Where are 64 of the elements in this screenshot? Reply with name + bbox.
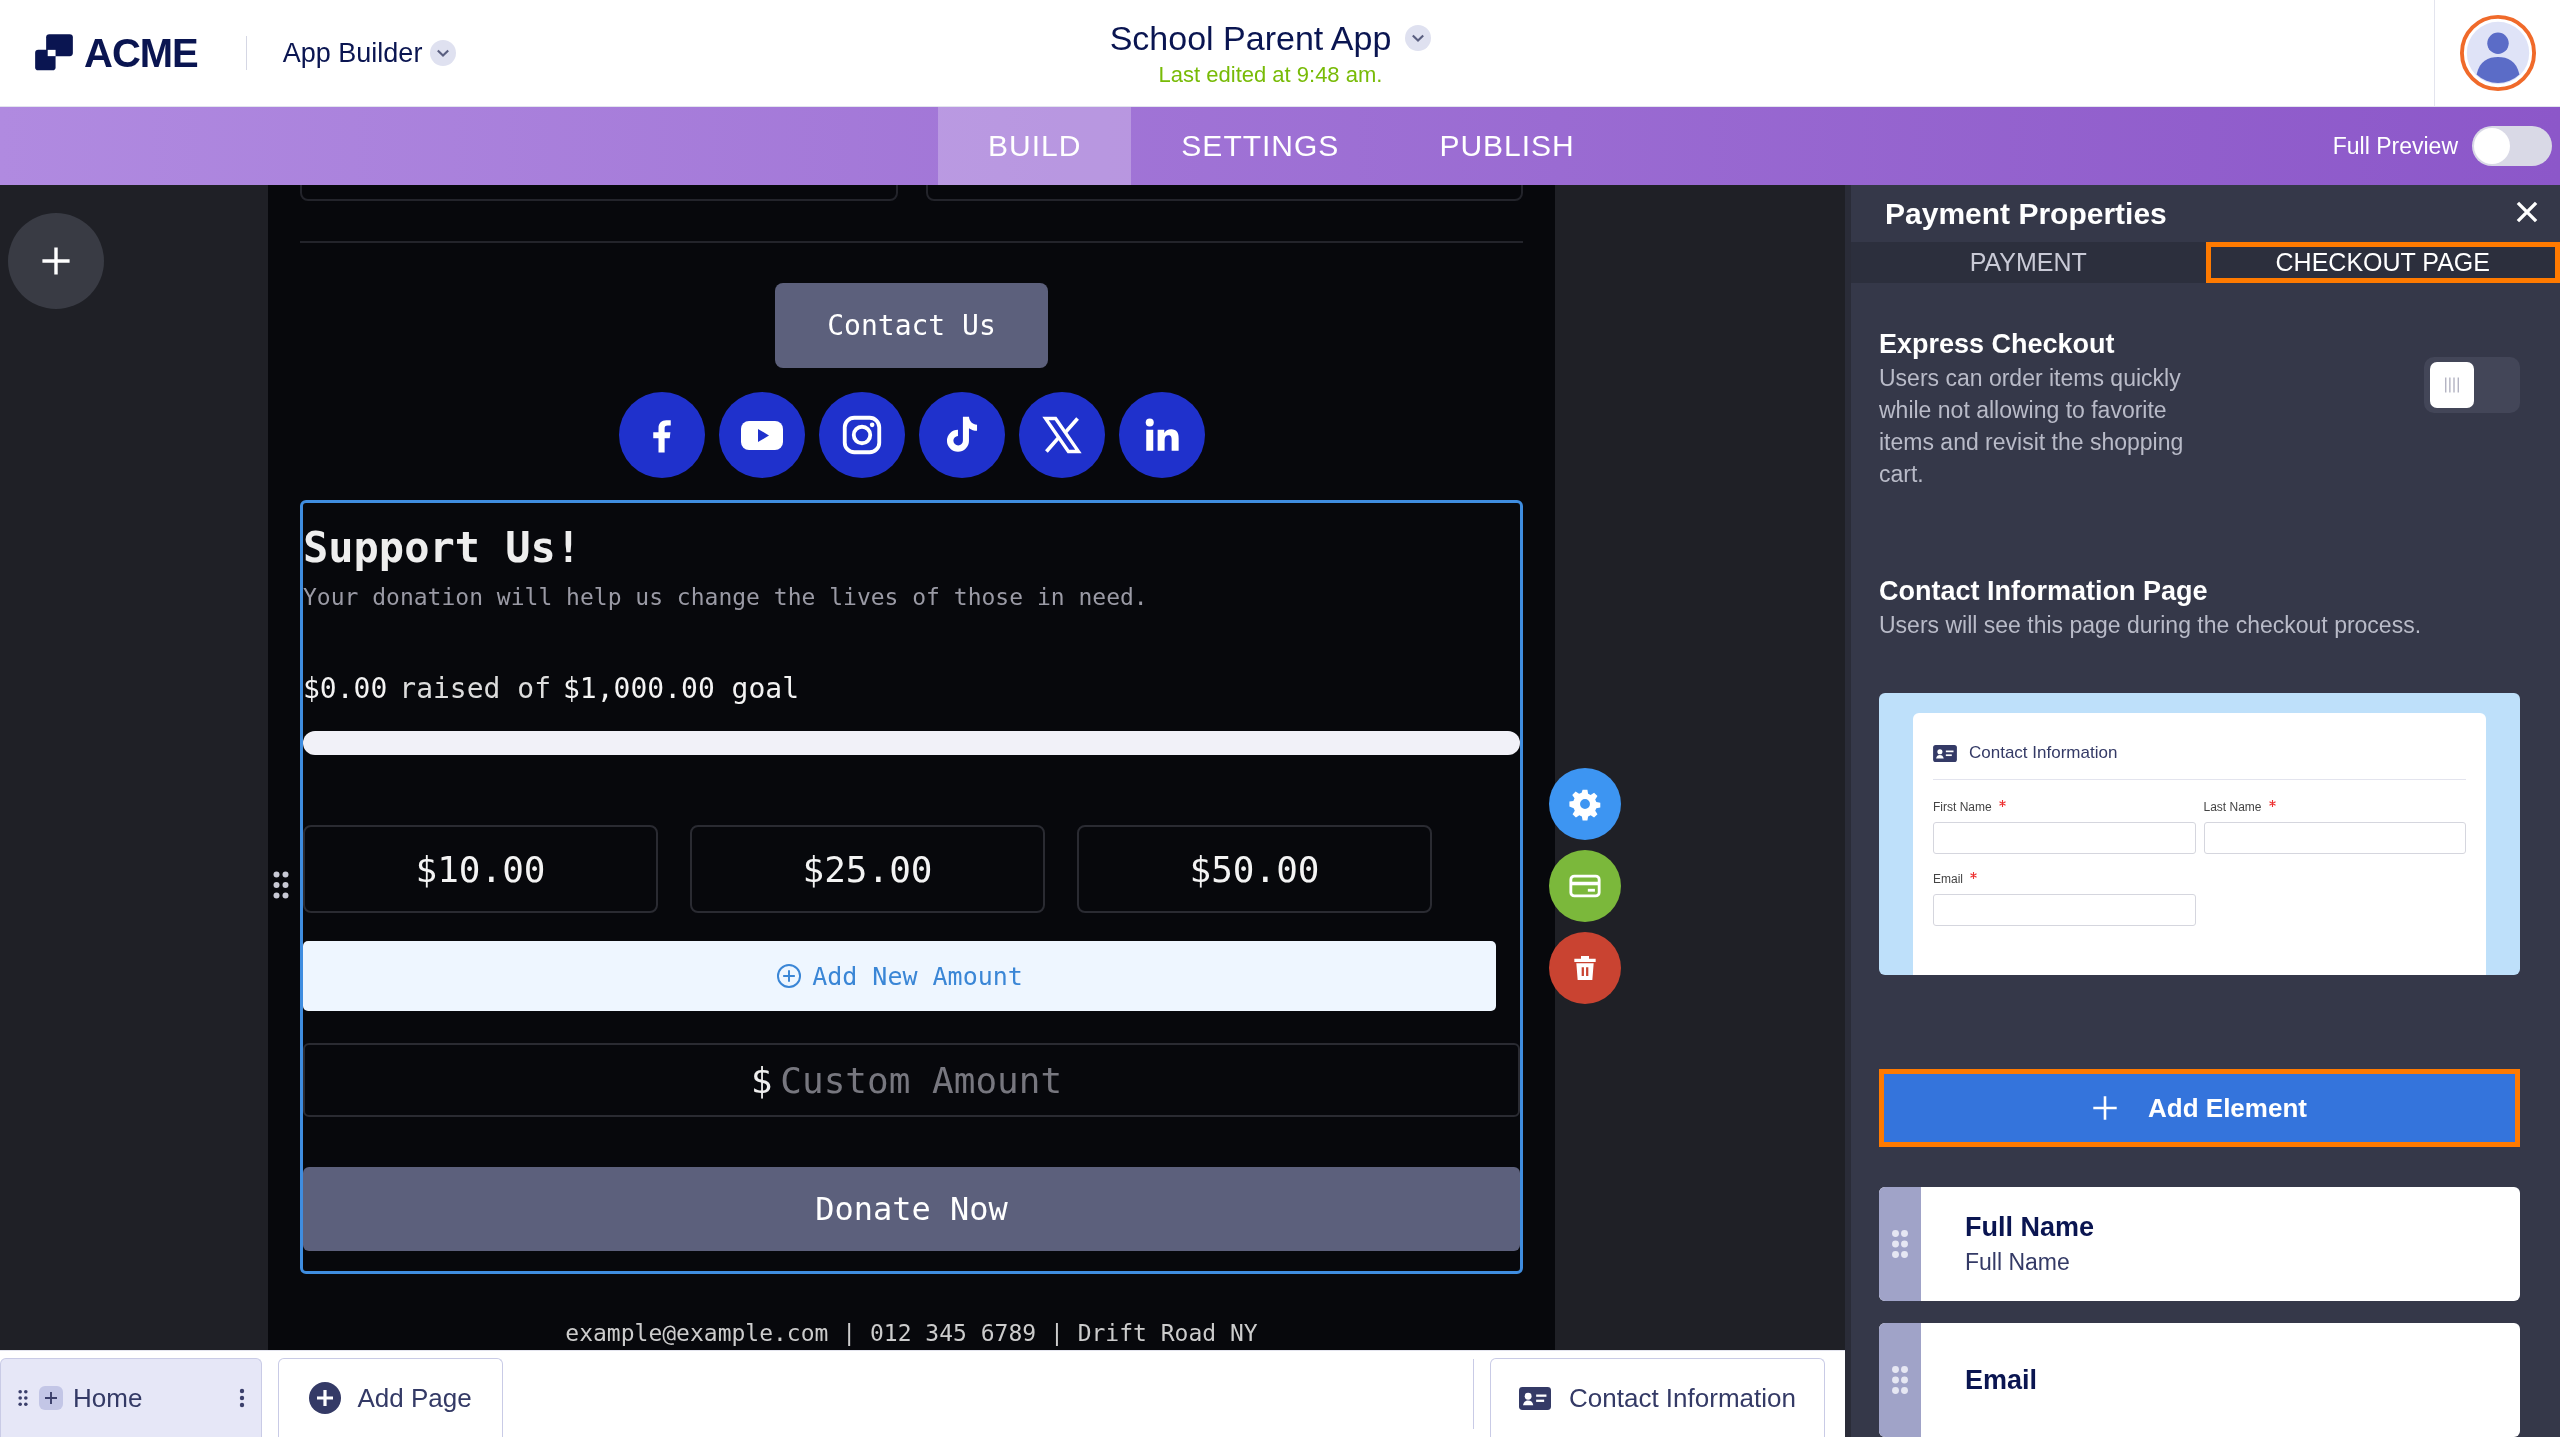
id-card-icon: [1519, 1386, 1552, 1410]
add-element-button[interactable]: Add Element: [1879, 1069, 2520, 1147]
donation-description: Your donation will help us change the lives of those in need.: [303, 584, 1149, 610]
element-card[interactable]: Email: [1879, 1323, 2520, 1437]
plus-circle-icon: [309, 1382, 342, 1414]
grip-lines-icon: [2442, 376, 2462, 394]
plus-circle-icon: [776, 963, 803, 989]
id-card-icon: [1933, 744, 1957, 762]
plus-icon: [2092, 1095, 2119, 1121]
drag-handle-icon[interactable]: [272, 870, 290, 900]
drag-handle[interactable]: [1879, 1187, 1921, 1301]
element-title: Full Name: [1965, 1212, 2095, 1243]
page-tab[interactable]: Home: [0, 1358, 262, 1437]
current-page-tab[interactable]: Contact Information: [1490, 1358, 1825, 1437]
drag-handle-icon: [17, 1389, 29, 1407]
amount-option[interactable]: $25.00: [690, 825, 1045, 913]
chevron-down-icon: [430, 40, 457, 66]
raised-amount: $0.00: [303, 672, 388, 705]
nav-tab[interactable]: SETTINGS: [1131, 107, 1390, 185]
custom-amount-field[interactable]: $ Custom Amount: [303, 1043, 1520, 1117]
panel-tab[interactable]: PAYMENT: [1851, 242, 2206, 283]
settings-icon: [1568, 787, 1602, 821]
element-title: Email: [1965, 1364, 2038, 1396]
preview-field-label: Last Name: [2203, 800, 2262, 814]
donate-button[interactable]: Donate Now: [303, 1167, 1520, 1251]
full-preview-toggle[interactable]: [2472, 126, 2552, 166]
drag-handle-icon: [1891, 1365, 1909, 1395]
panel-tab[interactable]: CHECKOUT PAGE: [2205, 242, 2560, 283]
plus-icon: [39, 244, 73, 278]
plus-icon: [39, 1386, 63, 1410]
amount-input[interactable]: Custom Amount: [778, 1058, 1073, 1102]
panel-title: Payment Properties: [1885, 196, 2167, 231]
amount-option[interactable]: $50.00: [1077, 825, 1432, 913]
contact-page-title: Contact Information Page: [1879, 576, 2209, 607]
raised-label: raised of: [399, 672, 551, 705]
donation-card[interactable]: Support Us! Your donation will help us change the lives of those in need. $0.00 raised of $1,000.00 goal $10.00 $25.00 $50.00 Add New Amount $ Custom Amount Donate Now: [300, 500, 1523, 1274]
contact-us-button[interactable]: Contact Us: [775, 283, 1048, 368]
drag-handle-icon: [1891, 1229, 1909, 1259]
drag-handle[interactable]: [1879, 1323, 1921, 1437]
express-checkout-description: Users can order items quickly while not allowing to favorite items and revisit the shopping cart.: [1879, 364, 2185, 489]
app-title-dropdown[interactable]: School Parent App: [1109, 18, 1432, 58]
express-checkout-title: Express Checkout: [1879, 329, 2116, 360]
donation-title: Support Us!: [303, 523, 583, 572]
footer-contact-text: example@example.com | 012 345 6789 | Drift Road NY: [565, 1320, 1258, 1346]
preview-heading: Contact Information: [1969, 743, 2118, 763]
close-icon: [2514, 199, 2540, 225]
chevron-down-icon: [1405, 25, 1432, 51]
nav-tab[interactable]: PUBLISH: [1389, 107, 1625, 185]
preview-field-label: Email: [1933, 872, 1963, 886]
last-edited-text: Last edited at 9:48 am.: [1158, 61, 1383, 88]
amount-option[interactable]: $10.00: [303, 825, 658, 913]
app-builder-dropdown[interactable]: App Builder: [282, 37, 457, 69]
page-preview[interactable]: Contact Information First Name Last Name Email: [1879, 693, 2520, 975]
more-options-icon: [239, 1387, 245, 1409]
element-subtitle: Full Name: [1965, 1249, 2071, 1276]
preview-field-label: First Name: [1933, 800, 1992, 814]
contact-page-description: Users will see this page during the checkout process.: [1879, 611, 2423, 640]
express-checkout-toggle[interactable]: [2424, 357, 2520, 413]
add-page-button[interactable]: Add Page: [278, 1358, 503, 1437]
logo-text: ACME: [84, 30, 198, 76]
goal-amount: $1,000.00 goal: [563, 672, 800, 705]
element-card[interactable]: Full Name Full Name: [1879, 1187, 2520, 1301]
full-preview-label: Full Preview: [2332, 132, 2458, 160]
avatar-icon[interactable]: [2458, 14, 2537, 92]
